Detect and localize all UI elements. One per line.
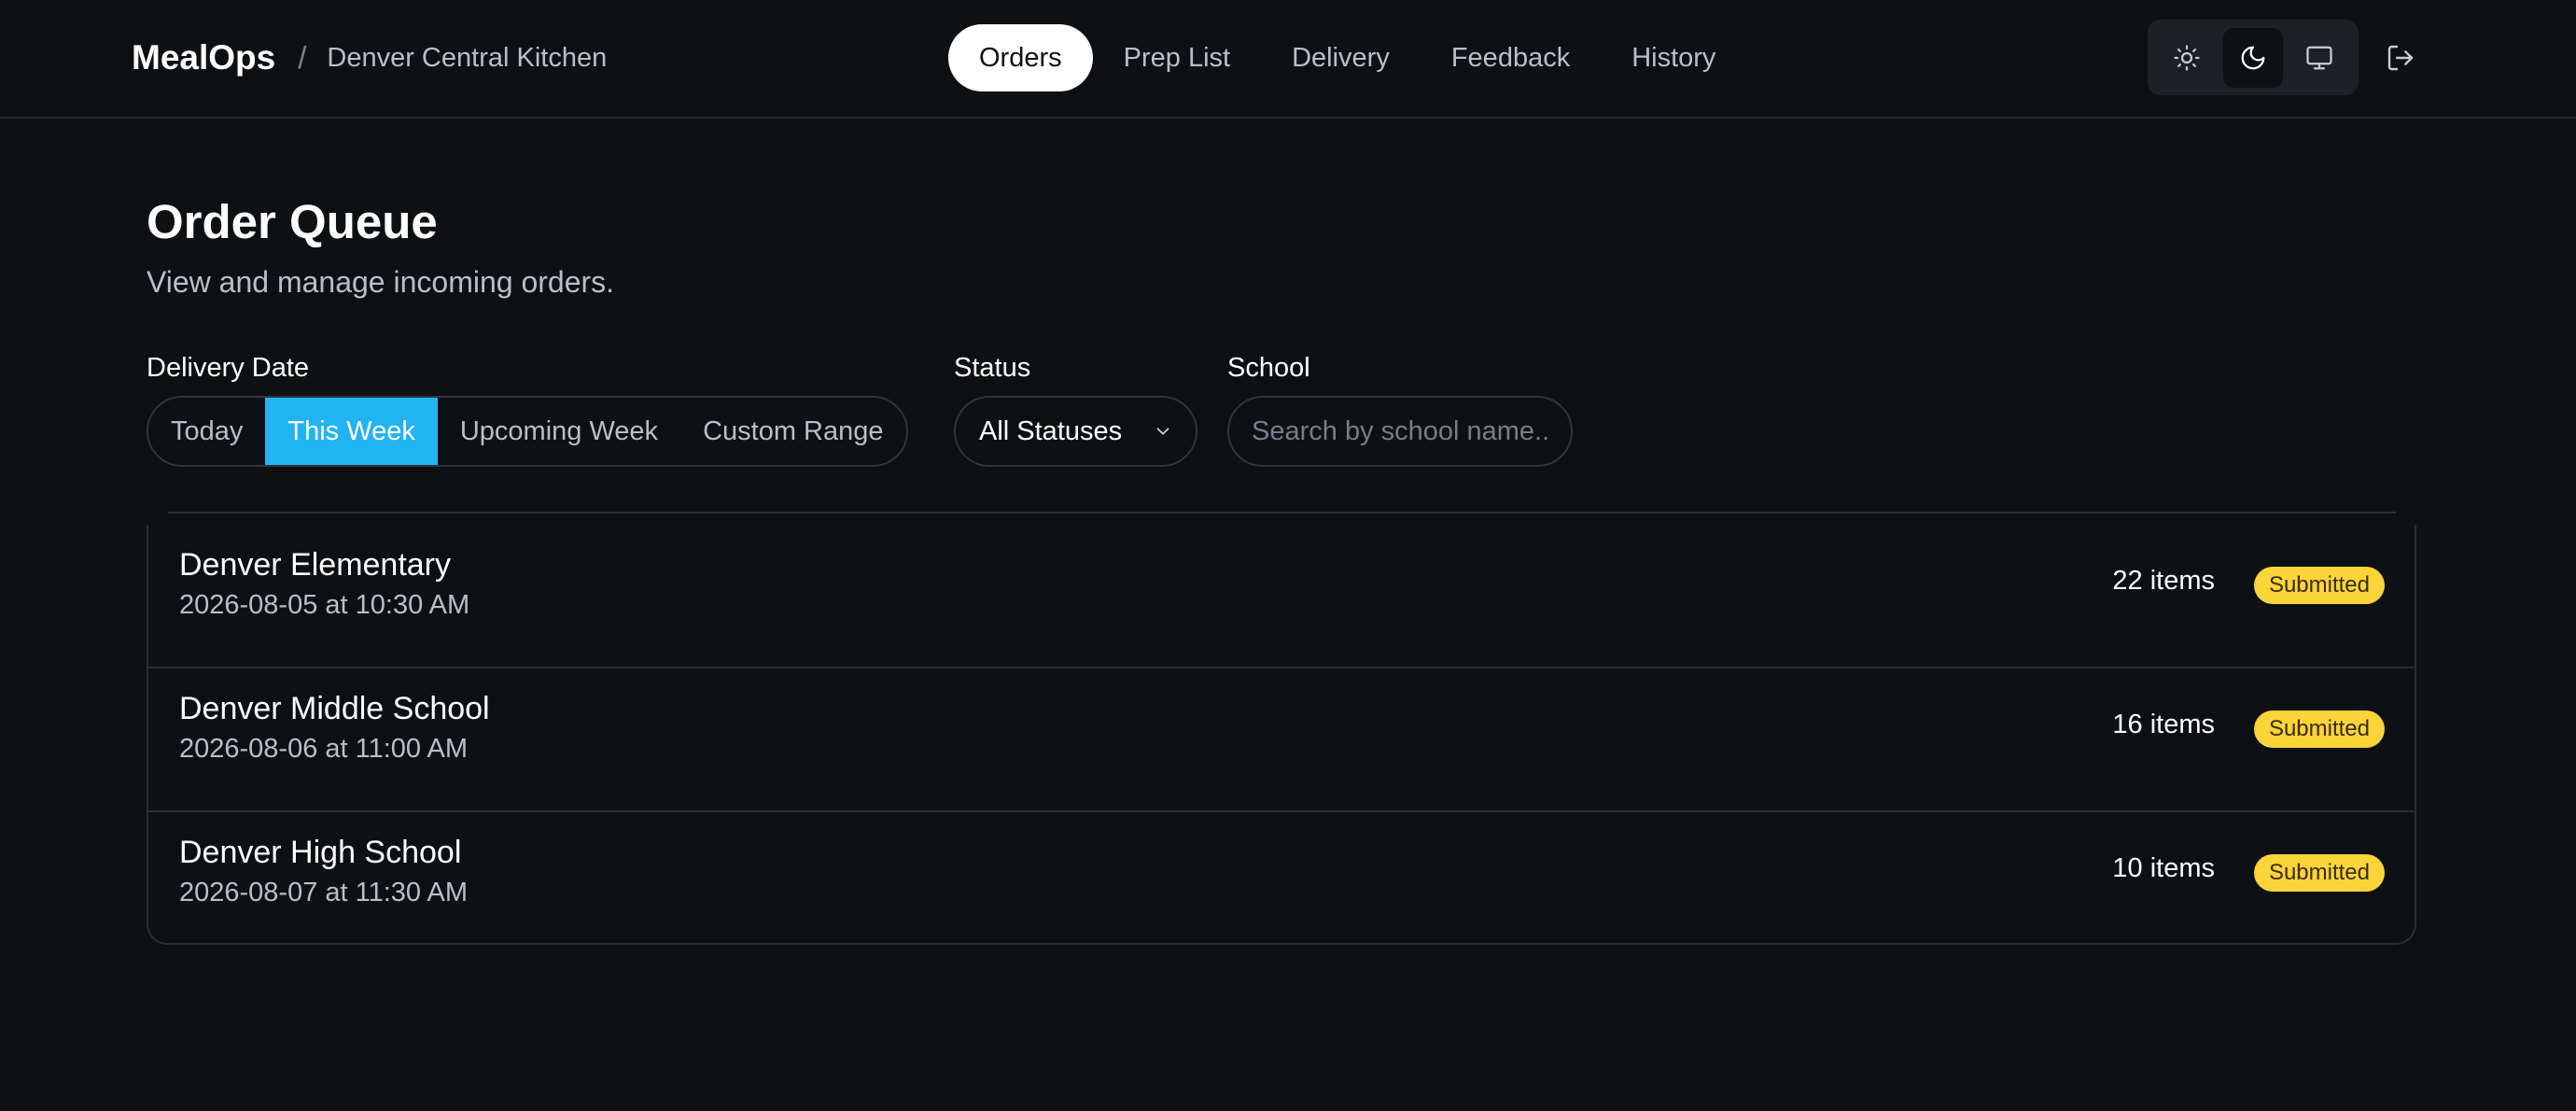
theme-switcher (2148, 20, 2359, 95)
brand: MealOps / Denver Central Kitchen (132, 34, 607, 82)
logout-button[interactable] (2382, 39, 2419, 77)
status-select[interactable]: All Statuses (954, 396, 1197, 467)
brand-separator: / (298, 40, 307, 75)
top-bar: MealOps / Denver Central Kitchen Orders … (0, 0, 2576, 119)
order-school-name: Denver High School (179, 835, 462, 870)
page-subtitle: View and manage incoming orders. (147, 265, 615, 299)
status-label: Status (954, 353, 1031, 383)
order-delivery-date: 2026-08-05 at 10:30 AM (179, 590, 470, 620)
app-name[interactable]: MealOps (132, 38, 275, 77)
order-item-count: 16 items (2112, 710, 2215, 739)
main-nav: Orders Prep List Delivery Feedback Histo… (948, 24, 1746, 91)
system-theme-button[interactable] (2289, 28, 2349, 88)
order-row[interactable]: Denver High School 2026-08-07 at 11:30 A… (148, 812, 2415, 943)
status-select-value: All Statuses (979, 415, 1123, 446)
date-option-custom-range[interactable]: Custom Range (680, 398, 905, 465)
date-option-today[interactable]: Today (148, 398, 265, 465)
nav-history[interactable]: History (1601, 24, 1746, 91)
nav-orders[interactable]: Orders (948, 24, 1093, 91)
order-item-count: 10 items (2112, 853, 2215, 883)
nav-prep-list[interactable]: Prep List (1093, 24, 1261, 91)
order-school-name: Denver Elementary (179, 547, 452, 583)
kitchen-name: Denver Central Kitchen (327, 42, 608, 73)
order-list: Denver Elementary 2026-08-05 at 10:30 AM… (147, 525, 2416, 945)
delivery-date-filter: Today This Week Upcoming Week Custom Ran… (147, 396, 908, 467)
order-school-name: Denver Middle School (179, 691, 490, 726)
date-option-upcoming-week[interactable]: Upcoming Week (438, 398, 680, 465)
page-title: Order Queue (147, 195, 438, 248)
logout-icon (2387, 45, 2414, 71)
monitor-icon (2306, 46, 2332, 69)
delivery-date-label: Delivery Date (147, 353, 310, 383)
chevron-down-icon (1156, 428, 1169, 435)
order-delivery-date: 2026-08-06 at 11:00 AM (179, 734, 469, 764)
school-search-input[interactable] (1227, 396, 1573, 467)
status-badge: Submitted (2253, 567, 2385, 604)
nav-delivery[interactable]: Delivery (1261, 24, 1421, 91)
light-theme-button[interactable] (2157, 28, 2217, 88)
school-label: School (1227, 353, 1310, 383)
status-badge: Submitted (2253, 710, 2385, 748)
date-option-this-week[interactable]: This Week (265, 398, 438, 465)
order-row[interactable]: Denver Middle School 2026-08-06 at 11:00… (148, 668, 2415, 812)
status-badge: Submitted (2253, 854, 2385, 892)
nav-feedback[interactable]: Feedback (1421, 24, 1601, 91)
order-item-count: 22 items (2112, 566, 2215, 596)
sun-icon (2174, 44, 2200, 71)
list-divider (168, 512, 2396, 513)
dark-theme-button[interactable] (2223, 27, 2283, 88)
order-row[interactable]: Denver Elementary 2026-08-05 at 10:30 AM… (148, 525, 2415, 668)
order-delivery-date: 2026-08-07 at 11:30 AM (179, 878, 469, 907)
moon-icon (2241, 46, 2265, 69)
